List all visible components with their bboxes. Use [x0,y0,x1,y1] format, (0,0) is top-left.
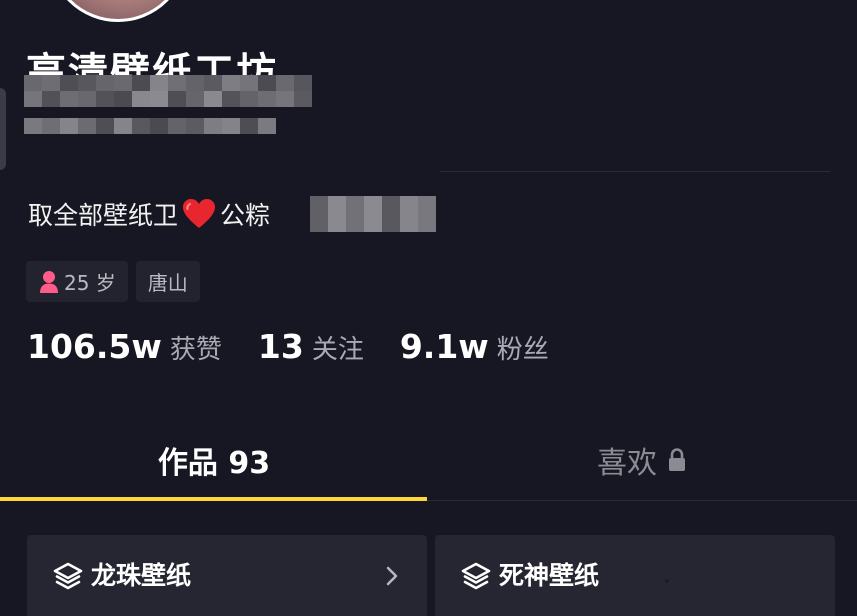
mosaic-cell [60,75,78,91]
mosaic-cell [96,118,114,134]
mosaic-cell [132,118,150,134]
profile-page: 高清壁纸工坊 取全部壁纸卫 公粽 25 岁 唐山 106.5w 获赞 13 关注… [0,0,857,616]
location-label: 唐山 [147,271,188,295]
mosaic-cell [150,75,168,91]
mosaic-cell [382,196,400,232]
mosaic-cell [418,196,436,232]
mosaic-cell [42,118,60,134]
side-handle [0,88,6,170]
mosaic-cell [186,91,204,107]
collection-card-dragonball[interactable]: 龙珠壁纸 [27,535,427,616]
mosaic-cell [364,196,382,232]
mosaic-cell [186,118,204,134]
mosaic-cell [114,75,132,91]
decorative-dot [665,579,669,583]
mosaic-cell [222,118,240,134]
mosaic-cell [60,118,78,134]
collection-card-bleach[interactable]: 死神壁纸 [435,535,835,616]
mosaic-cell [204,75,222,91]
mosaic-cell [96,91,114,107]
age-label: 25 岁 [64,271,116,295]
lock-icon [669,448,685,471]
mosaic-cell [78,75,96,91]
mosaic-cell [42,75,60,91]
chevron-right-icon [386,566,398,586]
mosaic-cell [132,75,150,91]
content-tabs: 作品 93 喜欢 [0,420,857,502]
mosaic-cell [150,91,168,107]
mosaic-cell [24,75,42,91]
mosaic-cell [114,118,132,134]
mosaic-cell [328,196,346,232]
mosaic-cell [60,91,78,107]
active-tab-indicator [0,497,427,501]
collection-label: 死神壁纸 [499,561,600,590]
stat-following[interactable]: 13 关注 [258,327,364,366]
collection-label: 龙珠壁纸 [91,561,192,590]
stat-likes[interactable]: 106.5w 获赞 [27,327,222,366]
mosaic-cell [346,196,364,232]
location-tag: 唐山 [135,261,200,302]
bio-text-prefix: 取全部壁纸卫 [28,201,179,230]
mosaic-cell [168,91,186,107]
mosaic-cell [96,75,114,91]
mosaic-cell [276,91,294,107]
stat-followers-label: 粉丝 [496,335,549,365]
stat-followers-value: 9.1w [399,327,489,366]
layers-icon [461,562,491,590]
tab-works[interactable]: 作品 93 [0,420,428,500]
stat-following-value: 13 [257,327,304,366]
mosaic-cell [132,91,150,107]
female-icon [40,270,58,293]
profile-bio: 取全部壁纸卫 公粽 [28,196,270,232]
mosaic-cell [400,196,418,232]
mosaic-cell [114,91,132,107]
mosaic-cell [24,91,42,107]
mosaic-cell [42,91,60,107]
mosaic-cell [294,75,312,91]
mosaic-cell [310,196,328,232]
mosaic-cell [78,91,96,107]
mosaic-cell [276,75,294,91]
stat-likes-label: 获赞 [169,335,222,365]
tab-works-label: 作品 93 [157,446,271,481]
avatar[interactable] [48,0,188,22]
mosaic-cell [186,75,204,91]
mosaic-cell [78,118,96,134]
mosaic-cell [240,75,258,91]
layers-icon [53,562,83,590]
stat-followers[interactable]: 9.1w 粉丝 [400,327,549,366]
mosaic-cell [204,91,222,107]
mosaic-cell [258,75,276,91]
mosaic-cell [240,91,258,107]
mosaic-cell [168,75,186,91]
mosaic-cell [258,91,276,107]
stat-following-label: 关注 [311,335,364,365]
stat-likes-value: 106.5w [27,327,162,366]
blurred-bio-contact [310,196,438,232]
mosaic-cell [294,91,312,107]
bio-text-suffix: 公粽 [220,201,271,230]
mosaic-cell [168,118,186,134]
profile-tags: 25 岁 唐山 [26,261,200,302]
mosaic-cell [222,75,240,91]
divider [440,171,830,172]
tab-likes-label: 喜欢 [597,446,657,481]
mosaic-cell [222,91,240,107]
blurred-info-line-2 [24,118,276,134]
heart-icon [183,199,216,228]
mosaic-cell [204,118,222,134]
age-tag: 25 岁 [26,261,128,302]
profile-stats: 106.5w 获赞 13 关注 9.1w 粉丝 [27,327,585,366]
mosaic-cell [240,118,258,134]
blurred-info-line-1 [24,75,312,107]
mosaic-cell [258,118,276,134]
tab-likes[interactable]: 喜欢 [428,420,856,500]
mosaic-cell [24,118,42,134]
mosaic-cell [150,118,168,134]
